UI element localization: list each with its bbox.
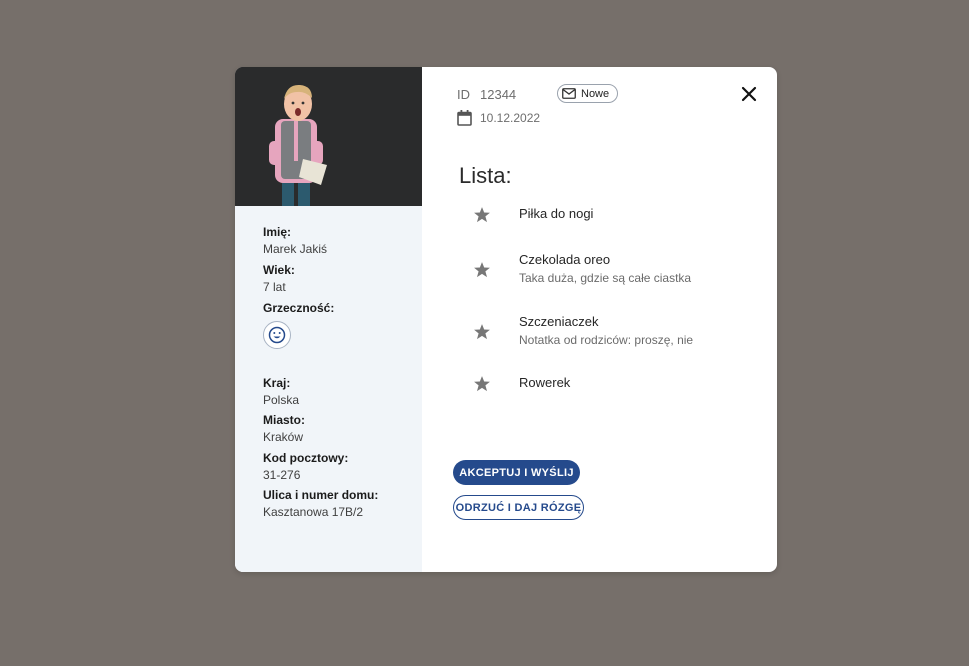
age-label: Wiek: — [263, 263, 295, 277]
child-info-panel: Imię: Marek Jakiś Wiek: 7 lat Grzeczność… — [235, 67, 422, 572]
id-label: ID — [457, 86, 470, 102]
postal-code-value: 31-276 — [263, 468, 301, 482]
date-row: 10.12.2022 — [457, 110, 540, 126]
list-item: Piłka do nogi — [472, 206, 593, 225]
star-icon — [474, 207, 490, 223]
street-label: Ulica i numer domu: — [263, 488, 379, 502]
item-title: Rowerek — [519, 375, 571, 390]
name-field: Imię: Marek Jakiś — [263, 225, 327, 256]
street-value: Kasztanowa 17B/2 — [263, 505, 364, 519]
child-photo — [235, 67, 422, 206]
list-item: Rowerek — [472, 375, 570, 394]
star-icon — [474, 324, 490, 340]
accept-send-button[interactable]: AKCEPTUJ I WYŚLIJ — [453, 460, 580, 485]
street-field: Ulica i numer domu: Kasztanowa 17B/2 — [263, 488, 378, 519]
postal-code-label: Kod pocztowy: — [263, 451, 349, 465]
star-icon — [474, 376, 490, 392]
city-value: Kraków — [263, 430, 304, 444]
item-note: Taka duża, gdzie są całe ciastka — [519, 271, 692, 285]
city-field: Miasto: Kraków — [263, 413, 305, 444]
date-value: 10.12.2022 — [480, 111, 541, 125]
age-field: Wiek: 7 lat — [263, 263, 295, 294]
status-badge-label: Nowe — [581, 87, 610, 100]
city-label: Miasto: — [263, 413, 305, 427]
item-title: Szczeniaczek — [519, 314, 599, 329]
id-value: 12344 — [480, 86, 517, 102]
request-content: ID 12344 Nowe 10.12.2022 Lista: Piłka do… — [422, 67, 777, 572]
behavior-field: Grzeczność: — [263, 301, 334, 349]
id-row: ID 12344 — [457, 86, 517, 102]
country-value: Polska — [263, 393, 300, 407]
list-item: Szczeniaczek Notatka od rodziców: proszę… — [472, 314, 693, 347]
star-icon — [474, 262, 490, 278]
close-icon[interactable] — [741, 86, 757, 102]
item-title: Piłka do nogi — [519, 206, 594, 221]
status-badge: Nowe — [557, 84, 619, 103]
age-value: 7 lat — [263, 280, 286, 294]
item-note: Notatka od rodziców: proszę, nie — [519, 333, 694, 347]
country-field: Kraj: Polska — [263, 376, 299, 407]
list-title: Lista: — [459, 163, 512, 188]
name-value: Marek Jakiś — [263, 242, 328, 256]
list-item: Czekolada oreo Taka duża, gdzie są całe … — [472, 252, 691, 285]
name-label: Imię: — [263, 225, 292, 239]
mail-icon — [562, 88, 576, 99]
country-label: Kraj: — [263, 376, 291, 390]
calendar-icon — [457, 110, 472, 126]
request-dialog: Imię: Marek Jakiś Wiek: 7 lat Grzeczność… — [235, 67, 777, 572]
postal-code-field: Kod pocztowy: 31-276 — [263, 451, 348, 482]
item-title: Czekolada oreo — [519, 252, 611, 267]
behavior-label: Grzeczność: — [263, 301, 335, 315]
reject-button[interactable]: ODRZUĆ I DAJ RÓZGĘ — [453, 495, 584, 520]
smiley-icon — [263, 321, 291, 349]
